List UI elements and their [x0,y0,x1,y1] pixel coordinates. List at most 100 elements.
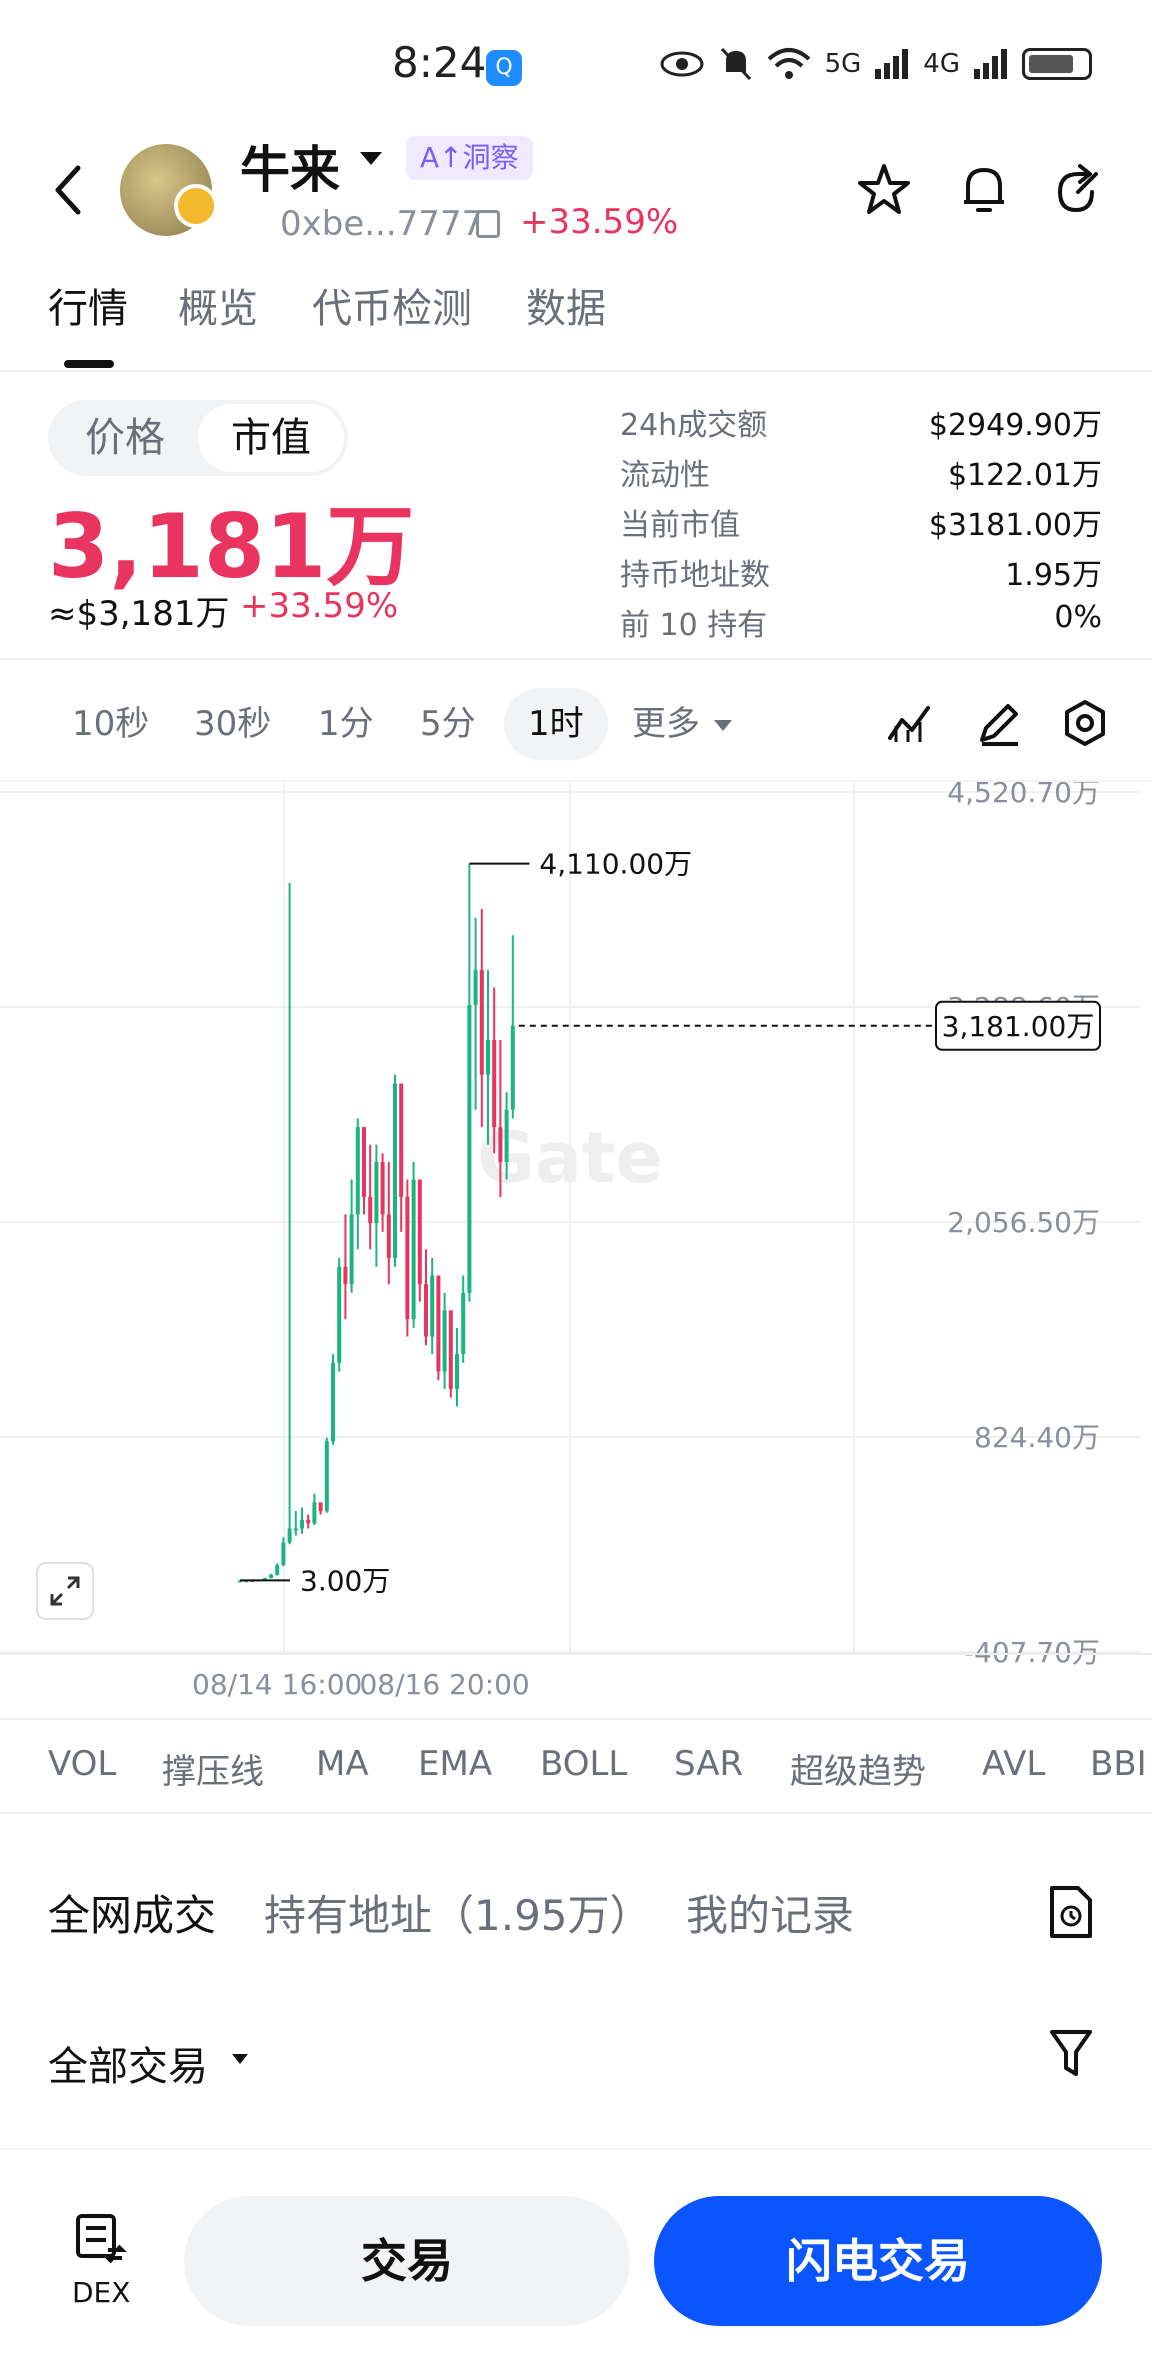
stat-market-cap: 当前市值 $3181.00万 [620,500,1102,550]
toggle-price[interactable]: 价格 [52,404,198,472]
candle-body [380,1162,385,1215]
stat-value: 0% [1054,600,1102,635]
candle-body [281,1542,286,1566]
candle-body [510,1025,515,1110]
indicator-avl[interactable]: AVL [982,1744,1045,1784]
indicator-sar[interactable]: SAR [674,1744,743,1784]
candle-body [362,1127,366,1197]
status-time: 8:24 [392,38,487,87]
candle-body [306,1519,311,1524]
chevron-down-icon [714,720,732,731]
indicator-bbi[interactable]: BBI [1090,1744,1147,1784]
settings-icon[interactable] [1058,696,1112,750]
tab-market[interactable]: 行情 [48,276,128,334]
share-icon[interactable] [1048,160,1108,220]
indicator-support-resistance[interactable]: 撑压线 [162,1744,264,1793]
star-icon[interactable] [854,160,914,220]
candle-body [337,1266,342,1363]
signal-icon [875,49,909,79]
interval-5m[interactable]: 5分 [396,688,500,760]
candlestick-chart[interactable]: 4,520.70万3,288.60万2,056.50万824.40万-407.7… [0,776,1152,1722]
indicator-supertrend[interactable]: 超级趋势 [790,1744,926,1793]
indicator-vol[interactable]: VOL [48,1744,116,1784]
draw-pencil-icon[interactable] [972,696,1026,750]
tab-data[interactable]: 数据 [526,276,606,334]
interval-1h[interactable]: 1时 [504,688,608,760]
candle-body [355,1127,360,1215]
bottom-action-bar: DEX 交易 闪电交易 [0,2170,1152,2376]
stat-value: $122.01万 [947,458,1102,493]
tab-overview[interactable]: 概览 [178,276,258,334]
stat-holders: 持币地址数 1.95万 [620,550,1102,600]
filter-all-trades[interactable]: 全部交易 [48,2034,208,2092]
stat-label: 24h成交额 [620,408,768,443]
main-tabs: 行情 概览 代币检测 数据 [0,276,1152,372]
tab-all-trades[interactable]: 全网成交 [48,1882,216,1943]
tab-my-records[interactable]: 我的记录 [686,1882,854,1943]
interval-bar: 10秒 30秒 1分 5分 1时 更多 [0,680,1152,770]
token-name[interactable]: 牛来 [240,130,340,202]
chevron-down-icon[interactable] [232,2054,248,2064]
indicator-tool-icon[interactable] [884,696,938,750]
stat-label: 持币地址数 [620,558,770,593]
chevron-down-icon[interactable] [360,152,382,165]
fullscreen-button[interactable] [36,1562,94,1620]
flash-trade-button[interactable]: 闪电交易 [654,2196,1102,2326]
interval-more[interactable]: 更多 [608,688,756,760]
wifi-icon [767,48,810,79]
interval-10s[interactable]: 10秒 [48,688,173,760]
interval-30s[interactable]: 30秒 [170,688,295,760]
stat-value: 1.95万 [1005,558,1102,593]
price-mcap-toggle: 价格 市值 [48,400,348,476]
tab-holders[interactable]: 持有地址（1.95万） [264,1882,652,1943]
dex-label[interactable]: DEX [72,2276,130,2309]
stat-value: $2949.90万 [928,408,1102,443]
candle-body [448,1310,453,1389]
indicator-boll[interactable]: BOLL [540,1744,627,1784]
interval-more-label: 更多 [632,704,700,744]
candle-body [467,1005,472,1293]
filter-icon[interactable] [1048,2026,1094,2080]
candle-body [486,1039,490,1075]
candle-body [436,1275,441,1372]
candle-body [331,1362,335,1442]
status-bar: 8:24 Q 5G 4G [0,0,1152,130]
candle-body [393,1083,397,1259]
tab-token-check[interactable]: 代币检测 [312,276,472,334]
back-icon[interactable] [48,160,88,220]
expand-icon [50,1576,80,1606]
history-doc-icon[interactable] [1048,1884,1094,1940]
change-percent: +33.59% [240,586,399,626]
candle-body [411,1179,416,1320]
signal-icon-2 [974,49,1007,79]
trade-button[interactable]: 交易 [184,2196,630,2326]
indicator-ma[interactable]: MA [316,1744,369,1784]
price-chart[interactable]: 4,520.70万3,288.60万2,056.50万824.40万-407.7… [0,776,1152,1722]
candle-body [368,1196,373,1224]
ai-insight-badge[interactable]: A↑洞察 [406,136,533,180]
y-tick-label: 4,520.70万 [947,782,1100,809]
indicator-ema[interactable]: EMA [418,1744,492,1784]
candle-body [269,1574,273,1579]
copy-icon[interactable] [476,210,500,238]
token-change: +33.59% [520,202,679,242]
low-label: 3.00万 [300,1564,390,1597]
stat-volume: 24h成交额 $2949.90万 [620,400,1102,450]
dex-icon[interactable] [72,2210,128,2266]
candle-body [424,1284,428,1337]
token-address: 0xbe...7777 [280,204,484,244]
candle-body [492,1039,497,1128]
app-notification-icon: Q [486,50,522,86]
network-4g-label: 4G [923,49,960,79]
battery-icon [1022,48,1092,80]
eye-icon [660,51,704,77]
candle-body [318,1502,323,1512]
market-summary: 价格 市值 3,181万 ≈$3,181万 +33.59% 24h成交额 $29… [0,380,1152,660]
interval-1m[interactable]: 1分 [294,688,398,760]
candle-body [442,1310,447,1372]
stat-label: 当前市值 [620,508,740,543]
bell-icon[interactable] [954,160,1014,220]
toggle-market-cap[interactable]: 市值 [198,404,344,472]
candle-body [430,1275,435,1337]
stat-label: 前 10 持有 [620,608,768,643]
